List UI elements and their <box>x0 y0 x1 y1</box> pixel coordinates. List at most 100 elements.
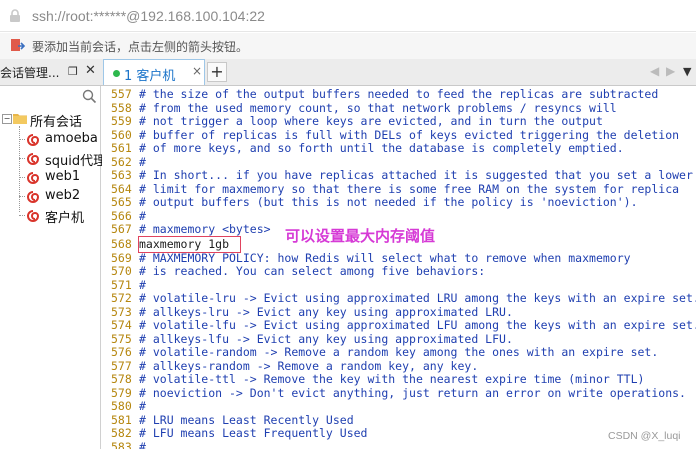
tab-close-icon[interactable]: × <box>192 64 202 78</box>
tab-label: 1 客户机 <box>124 69 176 84</box>
line-number: 572 <box>111 291 132 305</box>
tree-root-all-sessions[interactable]: − 所有会话 <box>0 110 101 130</box>
line-text: # <box>139 208 146 223</box>
hint-bar: 要添加当前会话，点击左侧的箭头按钮。 <box>0 33 696 59</box>
session-item-amoeba[interactable]: amoeba <box>0 130 101 149</box>
session-item-squid[interactable]: squid代理 <box>0 149 106 169</box>
line-text: # <box>139 399 146 413</box>
tree-root-label: 所有会话 <box>30 115 83 130</box>
line-text: # volatile-lru -> Evict using approximat… <box>139 291 696 305</box>
line-text: # output buffers (but this is not needed… <box>139 195 638 209</box>
line-number: 561 <box>111 141 132 155</box>
tab-strip: 会话管理... ❒ ✕ 1 客户机 × + ◀ ▶ ▼ <box>0 59 696 86</box>
line-number: 580 <box>111 399 132 413</box>
line-number: 578 <box>111 372 132 386</box>
tree-branch <box>19 196 25 197</box>
tree-branch <box>19 158 25 159</box>
session-item-web1[interactable]: web1 <box>0 168 101 187</box>
session-url[interactable]: ssh://root:******@192.168.100.104:22 <box>32 8 265 24</box>
status-dot-icon <box>113 70 120 77</box>
session-swirl-icon <box>27 134 40 146</box>
tab-menu-icon[interactable]: ▼ <box>683 65 691 78</box>
session-label: web1 <box>45 169 81 184</box>
hint-text: 要添加当前会话，点击左侧的箭头按钮。 <box>32 40 249 54</box>
line-number: 574 <box>111 318 132 332</box>
line-text: # allkeys-random -> Remove a random key,… <box>139 358 479 373</box>
scroll-left-icon[interactable]: ◀ <box>650 64 659 78</box>
session-swirl-icon <box>27 153 40 165</box>
line-number: 583 <box>111 439 132 449</box>
session-item-client[interactable]: 客户机 <box>0 206 101 226</box>
line-number: 577 <box>111 358 132 373</box>
session-manager-title: 会话管理... <box>0 66 60 80</box>
line-number: 565 <box>111 195 132 209</box>
line-number: 568 <box>111 237 132 251</box>
line-text: # is reached. You can select among five … <box>139 264 486 278</box>
session-label: amoeba <box>45 131 98 146</box>
collapse-toggle-icon[interactable]: − <box>2 114 12 124</box>
tab-client[interactable]: 1 客户机 × <box>103 59 205 85</box>
line-text: # buffer of replicas is full with DELs o… <box>139 127 680 142</box>
session-tree-panel: − 所有会话 amoeba squid代理 web1 web2 客户机 <box>0 86 106 449</box>
line-text: # allkeys-lru -> Evict any key using app… <box>139 304 513 319</box>
search-icon[interactable] <box>82 89 97 104</box>
line-number: 579 <box>111 385 132 400</box>
bookmark-arrow-icon[interactable] <box>10 37 26 53</box>
line-number: 560 <box>111 127 132 142</box>
line-text: # LFU means Least Frequently Used <box>139 426 368 440</box>
line-number: 562 <box>111 154 132 169</box>
session-label: 客户机 <box>45 211 85 226</box>
line-number: 564 <box>111 181 132 196</box>
line-text: # the size of the output buffers needed … <box>139 87 659 101</box>
tree-branch <box>19 139 25 140</box>
line-text: # noeviction -> Don't evict anything, ju… <box>139 385 686 400</box>
session-swirl-icon <box>27 210 40 222</box>
close-panel-icon[interactable]: ✕ <box>85 63 96 78</box>
session-label: squid代理 <box>45 154 107 169</box>
line-text: # not trigger a loop where keys are evic… <box>139 114 603 128</box>
pin-icon[interactable]: ❒ <box>68 65 78 78</box>
line-number: 557 <box>111 87 132 101</box>
session-label: web2 <box>45 188 81 203</box>
line-text: # limit for maxmemory so that there is s… <box>139 181 680 196</box>
scroll-right-icon[interactable]: ▶ <box>666 64 675 78</box>
line-text: # volatile-random -> Remove a random key… <box>139 345 659 359</box>
line-number: 573 <box>111 304 132 319</box>
line-text: # from the used memory count, so that ne… <box>139 100 617 115</box>
session-swirl-icon <box>27 172 40 184</box>
line-number: 558 <box>111 100 132 115</box>
add-tab-button[interactable]: + <box>207 62 227 82</box>
line-text: # volatile-lfu -> Evict using approximat… <box>139 318 696 332</box>
line-text: # MAXMEMORY POLICY: how Redis will selec… <box>139 250 631 265</box>
maxmemory-highlight-box <box>138 236 241 253</box>
terminal-output[interactable]: 557 # the size of the output buffers need… <box>102 86 696 449</box>
folder-icon <box>13 114 27 124</box>
line-text: # allkeys-lfu -> Evict any key using app… <box>139 331 513 346</box>
line-text: # LRU means Least Recently Used <box>139 412 354 427</box>
session-item-web2[interactable]: web2 <box>0 187 101 206</box>
line-text: # In short... if you have replicas attac… <box>139 168 693 182</box>
line-number: 563 <box>111 168 132 182</box>
tree-branch <box>19 215 25 216</box>
line-number: 575 <box>111 331 132 346</box>
tree-branch <box>19 177 25 178</box>
line-number: 571 <box>111 277 132 292</box>
watermark: CSDN @X_luqi <box>608 430 681 442</box>
line-number: 576 <box>111 345 132 359</box>
line-number: 582 <box>111 426 132 440</box>
line-number: 581 <box>111 412 132 427</box>
line-text: # <box>139 277 146 292</box>
line-text: # volatile-ttl -> Remove the key with th… <box>139 372 645 386</box>
line-number: 559 <box>111 114 132 128</box>
address-bar: ssh://root:******@192.168.100.104:22 <box>0 0 696 32</box>
session-swirl-icon <box>27 191 40 203</box>
lock-icon <box>10 9 20 22</box>
line-text: # of more keys, and so forth until the d… <box>139 141 624 155</box>
line-text: # <box>139 154 146 169</box>
line-number: 567 <box>111 222 132 236</box>
line-text: # <box>139 439 146 449</box>
annotation-text: 可以设置最大内存阈值 <box>285 227 436 245</box>
line-number: 566 <box>111 208 132 223</box>
line-text: # maxmemory <bytes> <box>139 222 271 236</box>
line-number: 569 <box>111 250 132 265</box>
